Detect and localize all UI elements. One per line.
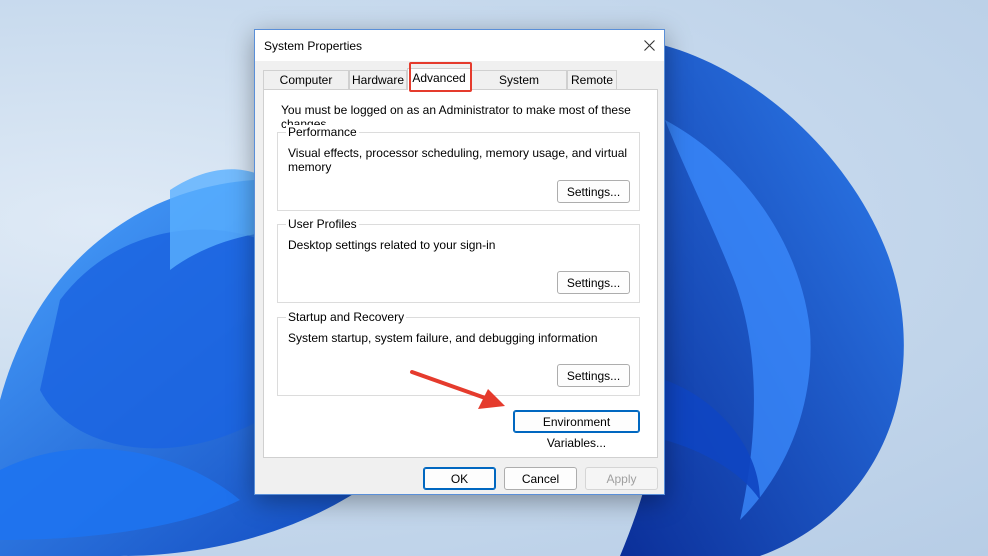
performance-description: Visual effects, processor scheduling, me… <box>288 146 628 174</box>
user-profiles-description: Desktop settings related to your sign-in <box>288 238 496 252</box>
close-button[interactable] <box>634 30 664 61</box>
advanced-tab-panel: You must be logged on as an Administrato… <box>263 89 658 458</box>
tab-advanced[interactable]: Advanced <box>407 68 471 90</box>
window-title: System Properties <box>264 39 363 53</box>
tab-hardware[interactable]: Hardware <box>349 70 407 89</box>
performance-settings-button[interactable]: Settings... <box>557 180 630 203</box>
environment-variables-button[interactable]: Environment Variables... <box>513 410 640 450</box>
startup-recovery-description: System startup, system failure, and debu… <box>288 331 598 345</box>
startup-recovery-settings-button[interactable]: Settings... <box>557 364 630 387</box>
startup-recovery-group: Startup and Recovery System startup, sys… <box>277 310 640 396</box>
system-properties-dialog: System Properties Computer Name Hardware… <box>254 29 665 495</box>
title-bar[interactable]: System Properties <box>255 30 664 61</box>
startup-recovery-label: Startup and Recovery <box>286 310 407 324</box>
performance-group: Performance Visual effects, processor sc… <box>277 125 640 211</box>
close-icon <box>643 40 655 51</box>
user-profiles-label: User Profiles <box>286 217 359 231</box>
ok-button[interactable]: OK <box>423 467 496 490</box>
apply-button[interactable]: Apply <box>585 467 658 490</box>
tab-system-protection[interactable]: System Protection <box>471 70 567 105</box>
user-profiles-group: User Profiles Desktop settings related t… <box>277 217 640 303</box>
tab-remote[interactable]: Remote <box>567 70 617 89</box>
performance-label: Performance <box>286 125 359 139</box>
tab-computer-name[interactable]: Computer Name <box>263 70 349 105</box>
user-profiles-settings-button[interactable]: Settings... <box>557 271 630 294</box>
cancel-button[interactable]: Cancel <box>504 467 577 490</box>
